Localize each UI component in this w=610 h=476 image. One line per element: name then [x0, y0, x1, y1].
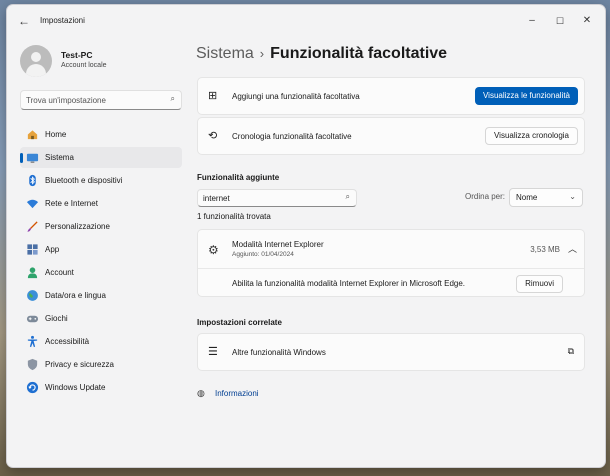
close-button[interactable]: ✕ [576, 11, 598, 31]
feature-description: Abilita la funzionalità modalità Interne… [232, 279, 466, 288]
feature-search-box[interactable]: ⌕ [197, 189, 357, 207]
feature-size: 3,53 MB [530, 245, 560, 254]
sidebar-item-label: App [45, 245, 60, 254]
sort-value: Nome [516, 193, 538, 202]
wifi-icon [26, 199, 39, 209]
open-external-icon[interactable]: ⧉ [568, 346, 574, 357]
breadcrumb: Sistema › Funzionalità facoltative [196, 45, 447, 63]
brush-icon [27, 221, 38, 232]
feature-added-date: Aggiunto: 01/04/2024 [232, 251, 294, 258]
add-feature-label: Aggiungi una funzionalità facoltativa [232, 92, 360, 101]
sidebar-item-label: Personalizzazione [45, 222, 110, 231]
search-icon[interactable]: ⌕ [171, 94, 175, 104]
home-icon [27, 130, 38, 140]
sidebar-item-label: Sistema [45, 153, 74, 162]
bluetooth-icon [29, 174, 36, 187]
search-icon[interactable]: ⌕ [346, 192, 350, 202]
selection-indicator [20, 153, 23, 163]
sidebar-item-giochi[interactable]: Giochi [20, 308, 182, 329]
sidebar-item-label: Bluetooth e dispositivi [45, 176, 123, 185]
sidebar-item-data-ora[interactable]: Data/ora e lingua [20, 285, 182, 306]
shield-icon [27, 358, 38, 371]
sidebar-item-label: Data/ora e lingua [45, 291, 106, 300]
avatar[interactable] [20, 45, 52, 77]
sidebar-item-bluetooth[interactable]: Bluetooth e dispositivi [20, 170, 182, 191]
sidebar-item-privacy[interactable]: Privacy e sicurezza [20, 354, 182, 375]
gamepad-icon [26, 315, 39, 323]
sidebar-item-label: Rete e Internet [45, 199, 98, 208]
related-settings-heading: Impostazioni correlate [197, 318, 282, 327]
breadcrumb-root[interactable]: Sistema [196, 45, 254, 62]
add-feature-icon: ⊞ [208, 90, 218, 102]
feature-item[interactable]: ⚙ Modalità Internet Explorer Aggiunto: 0… [197, 229, 585, 297]
sort-dropdown[interactable]: Nome ⌄ [509, 188, 583, 207]
minimize-button[interactable]: – [521, 11, 543, 31]
chevron-up-icon[interactable]: ︿ [568, 242, 577, 255]
sidebar-item-app[interactable]: App [20, 239, 182, 260]
windows-features-card[interactable]: ☰ Altre funzionalità Windows ⧉ [197, 333, 585, 371]
user-name: Test-PC [61, 50, 93, 60]
maximize-button[interactable]: ☐ [549, 11, 571, 31]
sort-label: Ordina per: [465, 192, 506, 201]
sidebar-item-sistema[interactable]: Sistema [20, 147, 182, 168]
settings-window: ← Impostazioni – ☐ ✕ Test-PC Account loc… [6, 4, 606, 468]
view-features-button[interactable]: Visualizza le funzionalità [474, 87, 578, 105]
back-arrow-icon[interactable]: ← [16, 13, 32, 29]
view-history-button[interactable]: Visualizza cronologia [484, 127, 578, 145]
page-title: Funzionalità facoltative [270, 45, 448, 62]
window-title: Impostazioni [40, 16, 85, 25]
settings-search-box[interactable]: ⌕ [20, 90, 182, 110]
add-feature-card: ⊞ Aggiungi una funzionalità facoltativa … [197, 77, 585, 115]
sidebar-item-label: Privacy e sicurezza [45, 360, 114, 369]
remove-button[interactable]: Rimuovi [516, 275, 563, 293]
title-bar: ← Impostazioni – ☐ ✕ [7, 5, 605, 37]
globe-clock-icon [27, 290, 38, 301]
history-label: Cronologia funzionalità facoltative [232, 132, 352, 141]
user-account-type: Account locale [61, 62, 107, 69]
history-icon: ⟲ [208, 130, 218, 142]
feature-search-input[interactable] [203, 191, 333, 205]
sidebar-item-label: Windows Update [45, 383, 106, 392]
feature-name: Modalità Internet Explorer [232, 240, 324, 249]
sidebar-item-label: Giochi [45, 314, 68, 323]
update-icon [26, 381, 39, 394]
search-input[interactable] [26, 93, 161, 107]
sidebar-item-windows-update[interactable]: Windows Update [20, 377, 182, 398]
list-icon: ☰ [208, 346, 218, 358]
history-card: ⟲ Cronologia funzionalità facoltative Vi… [197, 117, 585, 155]
sidebar-item-rete[interactable]: Rete e Internet [20, 193, 182, 214]
sidebar-item-personalizzazione[interactable]: Personalizzazione [20, 216, 182, 237]
installed-features-heading: Funzionalità aggiunte [197, 173, 280, 182]
windows-features-label: Altre funzionalità Windows [232, 348, 326, 357]
sidebar-item-account[interactable]: Account [20, 262, 182, 283]
divider [198, 268, 584, 269]
sidebar-item-label: Accessibilità [45, 337, 90, 346]
breadcrumb-separator: › [259, 46, 265, 61]
apps-icon [27, 244, 38, 255]
puzzle-gear-icon: ⚙ [208, 243, 219, 257]
sidebar-item-accessibilita[interactable]: Accessibilità [20, 331, 182, 352]
accessibility-icon [27, 335, 38, 348]
sidebar-item-home[interactable]: Home [20, 124, 182, 145]
sidebar-item-label: Account [45, 268, 74, 277]
info-label[interactable]: Informazioni [215, 389, 259, 398]
sidebar-nav: Home Sistema Bluetooth e dispositivi Ret… [20, 124, 182, 400]
sidebar-item-label: Home [45, 130, 67, 139]
chevron-down-icon: ⌄ [569, 192, 576, 201]
person-icon [27, 267, 38, 279]
result-count: 1 funzionalità trovata [197, 212, 271, 221]
help-icon: ◍ [197, 388, 205, 398]
monitor-icon [26, 153, 39, 163]
